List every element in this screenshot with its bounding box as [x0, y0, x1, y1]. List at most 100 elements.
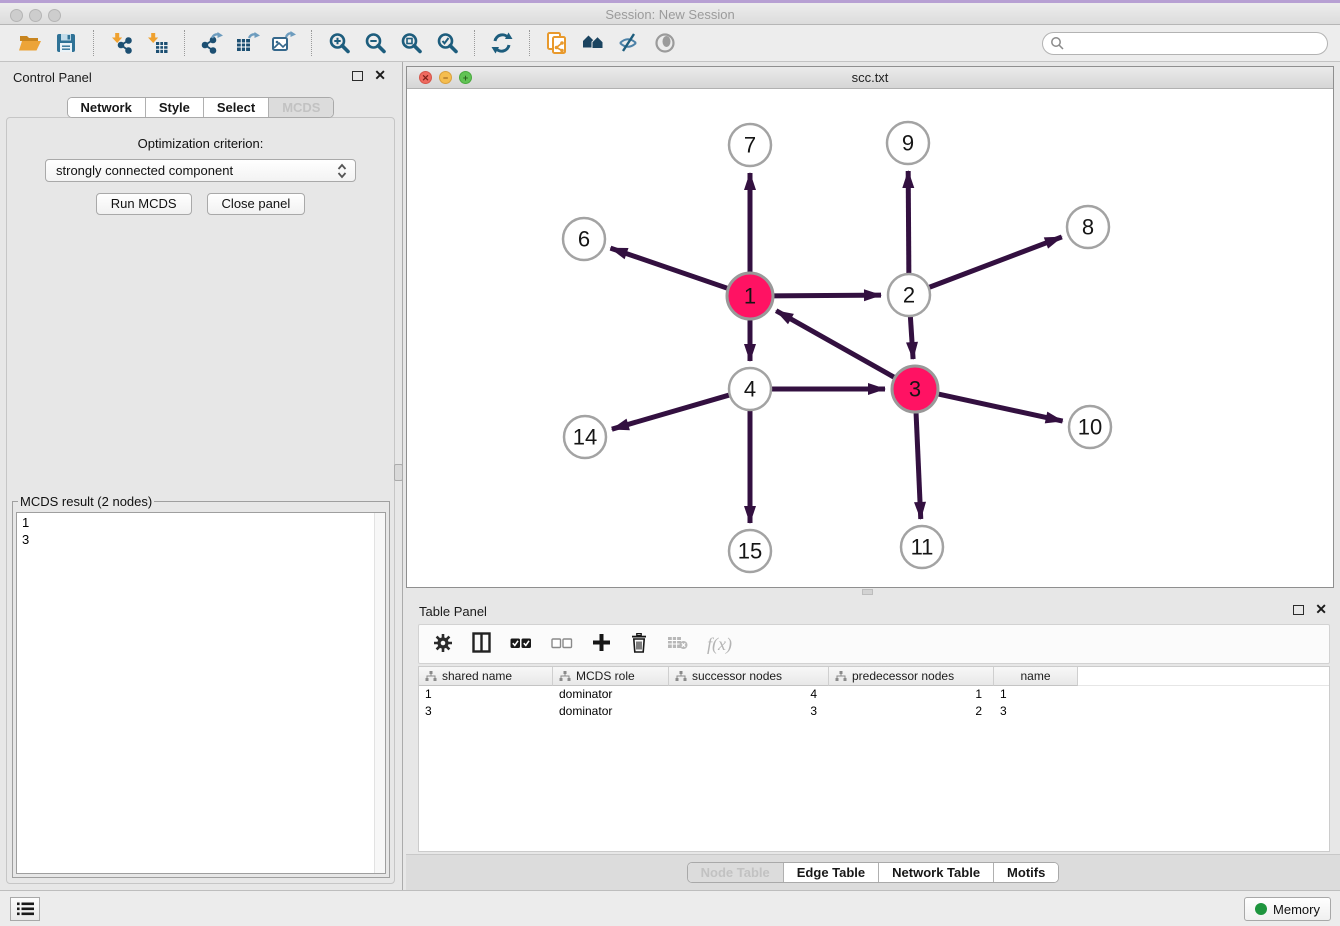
delete-column-button[interactable] — [630, 633, 648, 656]
import-network-icon — [109, 31, 133, 55]
control-panel-header: Control Panel ✕ — [0, 62, 401, 90]
close-panel-button[interactable]: Close panel — [207, 193, 306, 215]
network-window-titlebar[interactable]: ✕ − + scc.txt — [407, 67, 1333, 89]
clone-network-icon — [545, 31, 569, 55]
table-cell[interactable]: 1 — [994, 686, 1078, 703]
column-header-predecessor-nodes[interactable]: predecessor nodes — [829, 667, 994, 686]
table-panel-header: Table Panel ✕ — [406, 596, 1340, 624]
export-image-button[interactable] — [269, 29, 299, 57]
add-column-button[interactable] — [592, 633, 611, 655]
column-header-MCDS-role[interactable]: MCDS role — [553, 667, 669, 686]
tab-node-table[interactable]: Node Table — [688, 863, 784, 882]
float-panel-icon[interactable] — [352, 71, 363, 81]
table-cell[interactable]: 3 — [994, 703, 1078, 720]
graph-node-label-8: 8 — [1082, 215, 1094, 240]
toolbar-separator — [184, 30, 185, 56]
search-field[interactable] — [1042, 32, 1328, 55]
run-mcds-button[interactable]: Run MCDS — [96, 193, 192, 215]
tab-edge-table[interactable]: Edge Table — [784, 863, 879, 882]
column-label: successor nodes — [692, 669, 782, 683]
import-network-button[interactable] — [106, 29, 136, 57]
column-header-successor-nodes[interactable]: successor nodes — [669, 667, 829, 686]
table-cell[interactable]: 3 — [669, 703, 829, 720]
mcds-result-area[interactable]: 1 3 — [16, 512, 386, 874]
open-session-button[interactable] — [15, 29, 45, 57]
session-title: Session: New Session — [0, 7, 1340, 22]
select-all-button[interactable] — [510, 637, 532, 652]
table-cell[interactable]: dominator — [553, 703, 669, 720]
network-title: scc.txt — [407, 70, 1333, 85]
graph-edge-3-10[interactable] — [936, 393, 1063, 421]
table-row[interactable]: 1dominator411 — [419, 686, 1329, 703]
zoom-selected-icon — [436, 32, 459, 55]
delete-table-button[interactable] — [667, 635, 688, 653]
task-history-button[interactable] — [10, 897, 40, 921]
graph-edge-2-8[interactable] — [927, 237, 1062, 288]
graph-edge-1-6[interactable] — [610, 248, 730, 289]
table-cell[interactable]: 2 — [829, 703, 994, 720]
zoom-in-icon — [328, 32, 351, 55]
tab-style[interactable]: Style — [146, 98, 204, 117]
zoom-fit-button[interactable] — [396, 29, 426, 57]
table-cell[interactable]: 3 — [419, 703, 553, 720]
column-header-name[interactable]: name — [994, 667, 1078, 686]
graph-edge-2-9[interactable] — [908, 171, 909, 276]
mcds-result-title: MCDS result (2 nodes) — [18, 494, 154, 509]
apply-style-button[interactable] — [487, 29, 517, 57]
homes-icon — [580, 31, 606, 55]
column-header-shared-name[interactable]: shared name — [419, 667, 553, 686]
save-session-button[interactable] — [51, 29, 81, 57]
graph-node-label-9: 9 — [902, 131, 914, 156]
import-table-button[interactable] — [142, 29, 172, 57]
zoom-selected-button[interactable] — [432, 29, 462, 57]
toolbar-separator — [93, 30, 94, 56]
show-graphics-button[interactable] — [650, 29, 680, 57]
zoom-out-button[interactable] — [360, 29, 390, 57]
optimization-criterion-select[interactable]: strongly connected component — [45, 159, 356, 182]
list-icon — [17, 902, 34, 916]
tab-network-table[interactable]: Network Table — [879, 863, 994, 882]
table-row[interactable]: 3dominator323 — [419, 703, 1329, 720]
refresh-icon — [490, 31, 514, 55]
table-cell[interactable]: 1 — [829, 686, 994, 703]
memory-button[interactable]: Memory — [1244, 897, 1331, 921]
control-panel-tabs: NetworkStyleSelectMCDS — [0, 97, 401, 118]
export-table-icon — [235, 31, 261, 55]
columns-icon — [472, 632, 491, 653]
graph-edge-2-3[interactable] — [910, 314, 913, 359]
export-network-button[interactable] — [197, 29, 227, 57]
tab-network[interactable]: Network — [68, 98, 146, 117]
horizontal-splitter-handle[interactable] — [862, 589, 873, 595]
graph-edge-3-1[interactable] — [776, 311, 897, 379]
table-cell[interactable]: dominator — [553, 686, 669, 703]
clone-network-button[interactable] — [542, 29, 572, 57]
tab-mcds[interactable]: MCDS — [269, 98, 333, 117]
network-canvas[interactable]: 1234678910111415 — [407, 89, 1333, 587]
vertical-splitter-handle[interactable] — [394, 464, 403, 481]
graph-edge-3-11[interactable] — [916, 410, 921, 519]
table-cell[interactable]: 4 — [669, 686, 829, 703]
zoom-in-button[interactable] — [324, 29, 354, 57]
table-cell[interactable]: 1 — [419, 686, 553, 703]
function-builder-button[interactable]: f(x) — [707, 634, 732, 655]
select-all-icon — [510, 637, 532, 649]
tab-select[interactable]: Select — [204, 98, 269, 117]
tab-motifs[interactable]: Motifs — [994, 863, 1058, 882]
export-table-button[interactable] — [233, 29, 263, 57]
column-label: name — [1020, 669, 1050, 683]
graph-edge-4-14[interactable] — [612, 394, 732, 429]
deselect-all-button[interactable] — [551, 637, 573, 652]
close-panel-icon[interactable]: ✕ — [374, 67, 386, 84]
float-panel-icon[interactable] — [1293, 605, 1304, 615]
search-input[interactable] — [1069, 34, 1327, 52]
graph-node-label-14: 14 — [573, 425, 597, 450]
show-columns-button[interactable] — [472, 632, 491, 656]
table-settings-button[interactable] — [433, 633, 453, 656]
hide-graphics-button[interactable] — [614, 29, 644, 57]
toolbar-separator — [474, 30, 475, 56]
result-scrollbar[interactable] — [374, 513, 385, 873]
attribute-tree-icon — [835, 671, 847, 682]
show-all-networks-button[interactable] — [578, 29, 608, 57]
graph-edge-1-2[interactable] — [771, 295, 881, 296]
close-panel-icon[interactable]: ✕ — [1315, 601, 1327, 618]
